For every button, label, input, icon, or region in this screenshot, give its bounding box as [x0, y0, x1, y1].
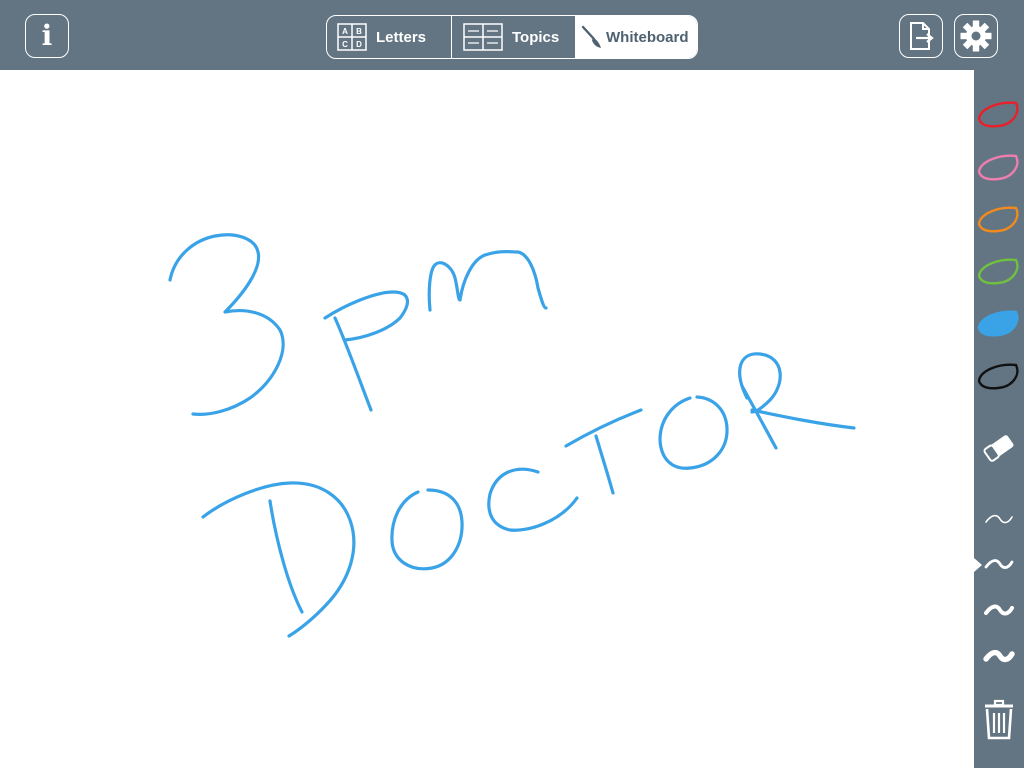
stroke-p-bowl — [323, 290, 409, 342]
trash-icon — [985, 699, 1013, 740]
stroke-r-bowl — [738, 352, 782, 414]
tab-whiteboard-label: Whiteboard — [606, 28, 689, 46]
info-button[interactable]: i — [25, 14, 69, 58]
stroke-thick-icon — [983, 649, 1015, 663]
stroke-size-extra-thin-button[interactable] — [974, 498, 1024, 542]
topics-list-icon — [463, 23, 503, 51]
grid-letter-a: A — [342, 27, 348, 36]
tab-letters-label: Letters — [376, 28, 427, 46]
paint-drop-red-icon — [977, 101, 1019, 128]
tab-whiteboard[interactable]: Whiteboard — [575, 16, 697, 58]
paint-drop-black-icon — [977, 363, 1019, 390]
stroke-p-stem — [333, 316, 373, 412]
settings-button[interactable] — [954, 14, 998, 58]
eraser-icon — [983, 435, 1014, 462]
letter-grid-icon: A B C D — [337, 23, 367, 51]
whiteboard-canvas[interactable]: 3pm — [0, 70, 974, 768]
clear-whiteboard-button[interactable] — [974, 698, 1024, 742]
color-pink-button[interactable] — [974, 143, 1024, 187]
gear-icon — [959, 19, 993, 53]
export-document-icon — [907, 21, 935, 51]
paint-drop-blue-icon — [977, 310, 1019, 337]
eraser-button[interactable] — [974, 426, 1024, 470]
grid-letter-d: D — [356, 40, 362, 49]
stroke-thin-icon — [984, 559, 1014, 569]
top-bar: i A B C D Letters Topics Whiteboard — [0, 0, 1024, 70]
paint-drop-pink-icon — [977, 154, 1019, 181]
export-button[interactable] — [899, 14, 943, 58]
stroke-size-thick-button[interactable] — [974, 635, 1024, 679]
stroke-d-stem — [268, 499, 304, 614]
paint-drop-orange-icon — [977, 206, 1019, 233]
grid-letter-c: C — [342, 40, 348, 49]
color-blue-button[interactable] — [974, 299, 1024, 343]
stroke-size-thin-button[interactable] — [974, 543, 1024, 587]
handwriting-drawing: 3pm — [168, 233, 856, 638]
tab-topics[interactable]: Topics — [451, 16, 575, 58]
stroke-3 — [168, 233, 285, 416]
paint-drop-green-icon — [977, 258, 1019, 285]
stroke-medium-icon — [984, 604, 1014, 616]
stroke-r-leg — [750, 408, 856, 430]
tool-palette — [974, 70, 1024, 768]
stroke-m — [427, 250, 548, 312]
stroke-size-medium-button[interactable] — [974, 589, 1024, 633]
grid-letter-b: B — [356, 27, 362, 36]
info-icon: i — [41, 19, 53, 52]
tab-letters[interactable]: A B C D Letters — [327, 16, 451, 58]
color-orange-button[interactable] — [974, 195, 1024, 239]
color-green-button[interactable] — [974, 247, 1024, 291]
tab-topics-label: Topics — [512, 28, 560, 46]
mode-segmented-control: A B C D Letters Topics Whiteboard — [326, 15, 698, 59]
stroke-t-stem — [594, 434, 615, 495]
paintbrush-icon — [581, 24, 603, 50]
stroke-o — [390, 488, 464, 571]
color-red-button[interactable] — [974, 90, 1024, 134]
stroke-extra-thin-icon — [985, 514, 1013, 524]
stroke-o2 — [658, 395, 729, 470]
stroke-c — [487, 467, 579, 532]
stroke-d-top — [201, 481, 356, 638]
stroke-t-bar — [564, 408, 643, 448]
color-black-button[interactable] — [974, 352, 1024, 396]
